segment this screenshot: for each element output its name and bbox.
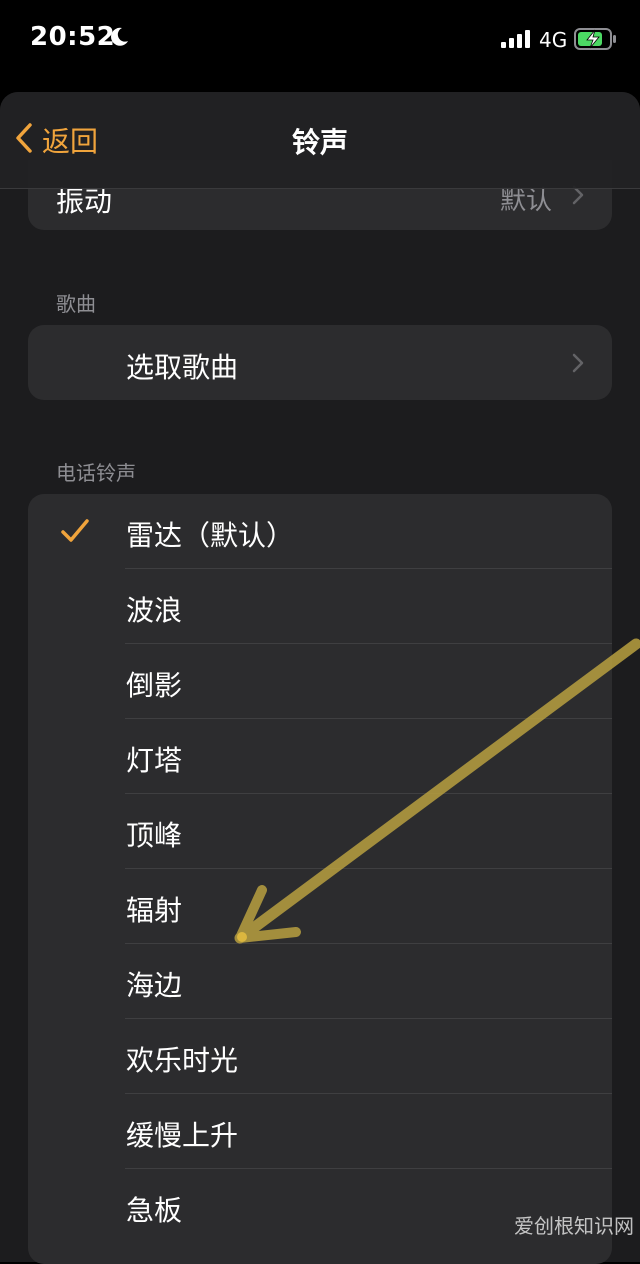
chevron-right-icon: [572, 353, 584, 377]
ringtone-label: 波浪: [126, 594, 183, 627]
pick-song-label: 选取歌曲: [126, 351, 239, 384]
navigation-bar: 返回 铃声: [0, 92, 640, 189]
ringtone-row[interactable]: 欢乐时光: [28, 1019, 612, 1094]
ringtone-row-radar[interactable]: 雷达（默认）: [28, 494, 612, 569]
cellular-signal-icon: [501, 30, 533, 52]
ringtone-label: 海边: [126, 969, 183, 1002]
pick-song-row[interactable]: 选取歌曲: [28, 325, 612, 400]
battery-charging-icon: [574, 27, 618, 55]
moon-icon: [108, 26, 130, 52]
status-time: 20:52: [30, 22, 116, 52]
network-type-label: 4G: [539, 28, 568, 52]
ringtone-row[interactable]: 倒影: [28, 644, 612, 719]
status-bar: 20:52 4G: [0, 0, 640, 80]
ringtone-list: 雷达（默认） 波浪 倒影 灯塔 顶峰 辐射 海边 欢乐时光 缓慢上升 急板: [28, 494, 612, 1264]
ringtone-label: 雷达（默认）: [126, 519, 295, 552]
ringtone-row[interactable]: 灯塔: [28, 719, 612, 794]
ringtones-section-header: 电话铃声: [56, 461, 136, 485]
songs-section-header: 歌曲: [56, 292, 96, 316]
page-title: 铃声: [291, 126, 348, 159]
ringtone-label: 辐射: [126, 894, 183, 927]
ringtone-label: 缓慢上升: [126, 1119, 239, 1152]
ringtone-label: 倒影: [126, 669, 183, 702]
ringtone-row[interactable]: 顶峰: [28, 794, 612, 869]
ringtone-label: 急板: [126, 1194, 183, 1227]
ringtone-row[interactable]: 缓慢上升: [28, 1094, 612, 1169]
ringtone-row[interactable]: 海边: [28, 944, 612, 1019]
ringtone-label: 灯塔: [126, 744, 183, 777]
checkmark-icon: [60, 518, 90, 548]
ringtone-row[interactable]: 辐射: [28, 869, 612, 944]
ringtone-label: 欢乐时光: [126, 1044, 239, 1077]
ringtone-row[interactable]: 波浪: [28, 569, 612, 644]
watermark-text: 爱创根知识网: [514, 1214, 634, 1238]
ringtone-label: 顶峰: [126, 819, 183, 852]
